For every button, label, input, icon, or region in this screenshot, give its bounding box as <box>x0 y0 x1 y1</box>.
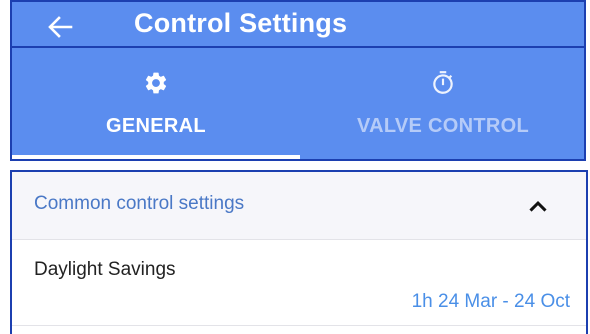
setting-row-daylight-savings[interactable]: Daylight Savings 1h 24 Mar - 24 Oct <box>12 240 586 326</box>
screen: Control Settings GENERAL VALVE CONTROL C… <box>0 0 590 334</box>
tab-general-label: GENERAL <box>106 115 206 137</box>
app-bar: Control Settings <box>10 0 586 48</box>
section-title: Common control settings <box>34 193 245 214</box>
section-header-common-control[interactable]: Common control settings <box>12 172 586 240</box>
page-title: Control Settings <box>134 8 348 38</box>
back-button[interactable] <box>42 9 78 45</box>
selected-tab-indicator <box>12 155 300 159</box>
tab-valve-control[interactable]: VALVE CONTROL <box>300 48 586 156</box>
chevron-up-icon[interactable] <box>524 192 552 220</box>
tab-bar: GENERAL VALVE CONTROL <box>10 48 586 161</box>
stopwatch-icon <box>433 71 453 94</box>
tab-valve-control-label: VALVE CONTROL <box>356 115 530 137</box>
arrow-left-icon <box>48 16 73 38</box>
gear-icon <box>145 72 167 94</box>
setting-label: Daylight Savings <box>34 259 176 280</box>
tab-general[interactable]: GENERAL <box>12 48 300 156</box>
setting-value: 1h 24 Mar - 24 Oct <box>411 291 570 312</box>
settings-panel: Common control settings Daylight Savings… <box>10 170 588 334</box>
